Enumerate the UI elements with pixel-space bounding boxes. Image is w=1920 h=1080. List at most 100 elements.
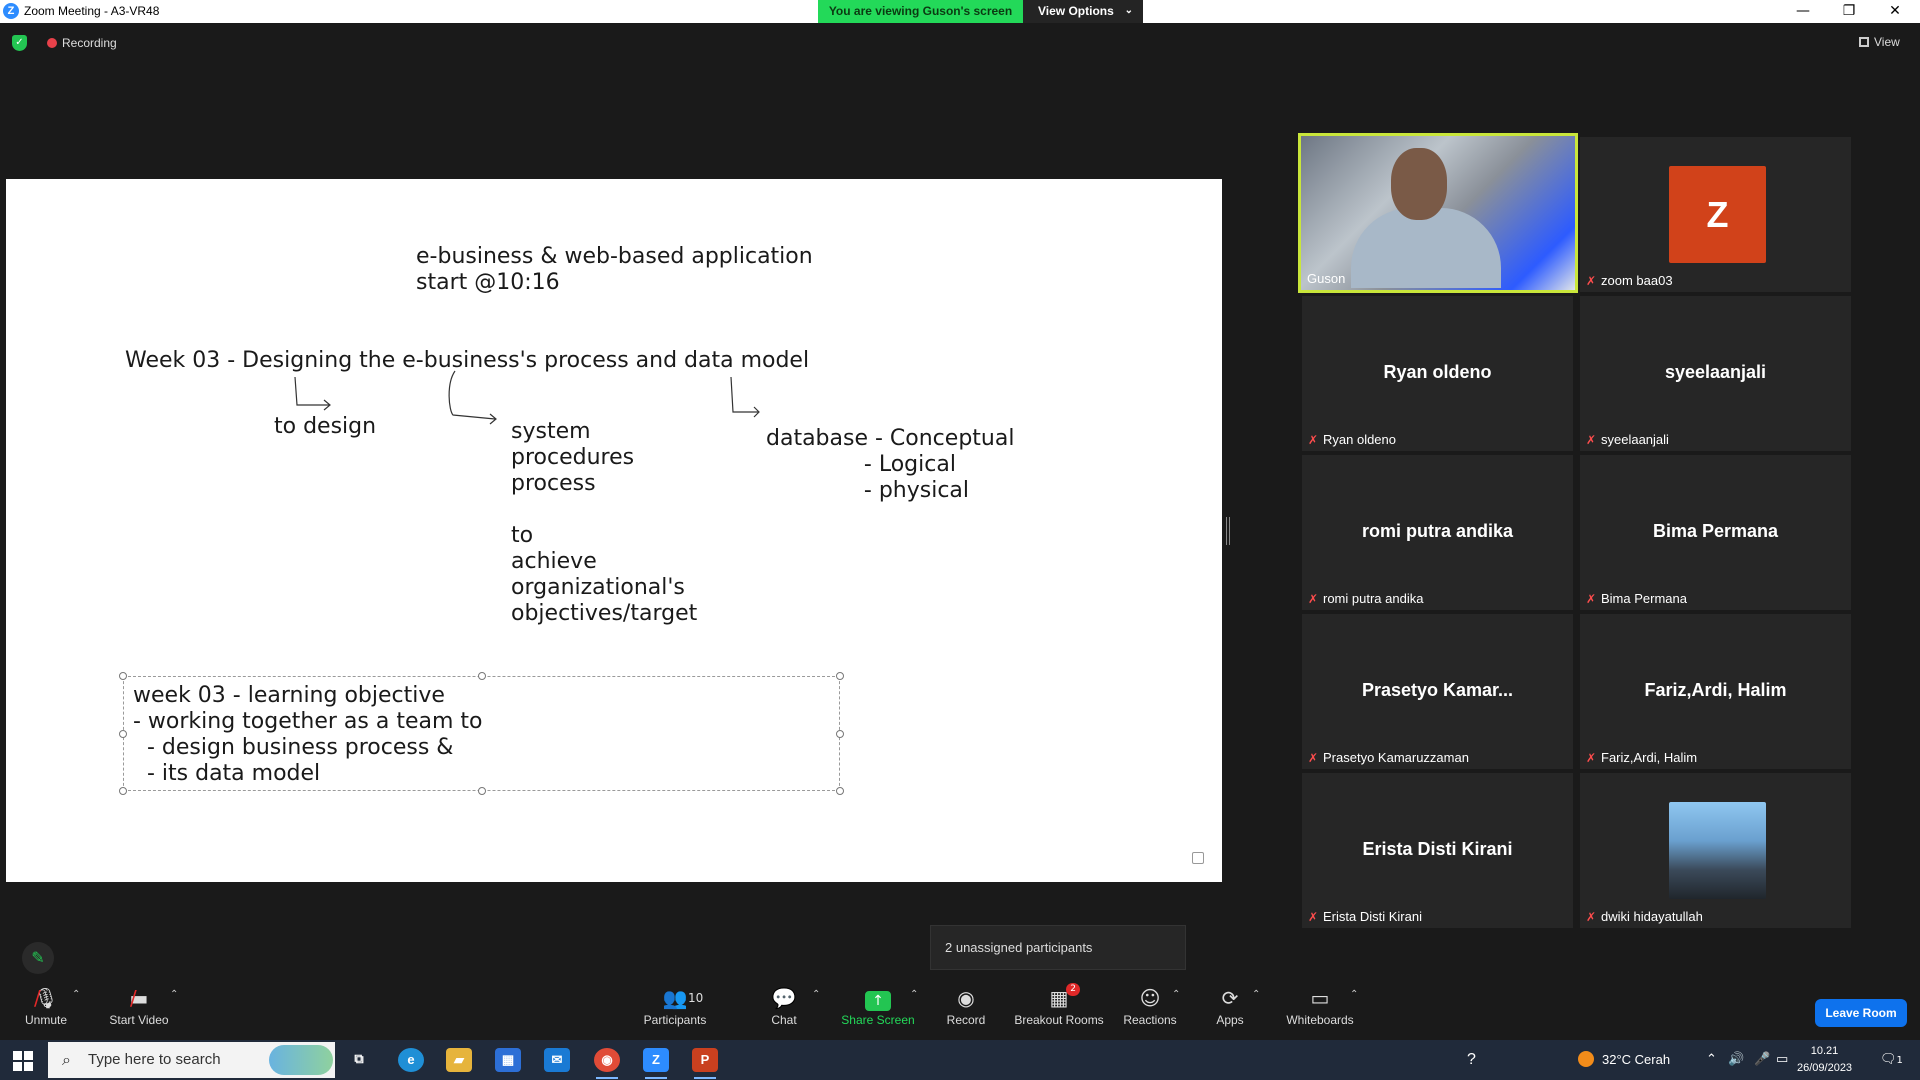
share-screen-label: Share Screen — [841, 1013, 915, 1027]
tray-chevron-up-icon[interactable]: ⌃ — [1706, 1040, 1717, 1080]
weather-widget[interactable]: 32°C Cerah — [1578, 1040, 1670, 1080]
panel-splitter-handle[interactable] — [1226, 517, 1230, 545]
resize-handle[interactable] — [119, 730, 127, 738]
apps-button[interactable]: ⟳ Apps — [1210, 985, 1250, 1027]
resize-handle[interactable] — [478, 787, 486, 795]
view-label: View — [1874, 35, 1900, 49]
close-button[interactable]: ✕ — [1872, 0, 1918, 23]
share-screen-icon: ↑ — [838, 985, 918, 1011]
taskbar-clock[interactable]: 10.21 26/09/2023 — [1797, 1043, 1852, 1077]
resize-handle[interactable] — [836, 672, 844, 680]
view-options-button[interactable]: View Options ⌄ — [1023, 0, 1143, 23]
security-shield-icon[interactable]: ✓ — [12, 35, 27, 51]
participant-tile[interactable]: Fariz,Ardi, Halim ✗ Fariz,Ardi, Halim — [1580, 614, 1851, 769]
participant-tile[interactable]: Prasetyo Kamar... ✗ Prasetyo Kamaruzzaman — [1302, 614, 1573, 769]
mic-muted-icon: ✗ — [1586, 274, 1597, 288]
help-icon[interactable]: ? — [1467, 1040, 1476, 1080]
participant-name: dwiki hidayatullah — [1601, 909, 1703, 924]
participant-tile[interactable]: Erista Disti Kirani ✗ Erista Disti Kirani — [1302, 773, 1573, 928]
recording-label[interactable]: Recording — [62, 36, 117, 50]
participant-tile[interactable]: Ryan oldeno ✗ Ryan oldeno — [1302, 296, 1573, 451]
chat-button[interactable]: 💬 Chat — [762, 985, 806, 1027]
participant-name: romi putra andika — [1323, 591, 1424, 606]
powerpoint-icon[interactable]: P — [692, 1048, 718, 1079]
chat-label: Chat — [771, 1013, 797, 1027]
participants-button[interactable]: 👥 10 Participants — [638, 985, 712, 1027]
leave-room-button[interactable]: Leave Room — [1815, 999, 1907, 1027]
windows-start-icon[interactable] — [13, 1051, 33, 1071]
slide-branch-database-1: database - Conceptual — [766, 426, 1015, 451]
microsoft-store-icon[interactable]: ▦ — [495, 1048, 521, 1072]
apps-icon: ⟳ — [1221, 986, 1239, 1010]
windows-taskbar: ⌕ Type here to search ⧉ e ▰ ▦ ✉ ◉ Z P ? … — [0, 1040, 1920, 1080]
notifications-icon[interactable]: 🗨1 — [1880, 1040, 1903, 1080]
unmute-button[interactable]: 🎙 / Unmute — [16, 985, 76, 1027]
participant-tile[interactable]: Bima Permana ✗ Bima Permana — [1580, 455, 1851, 610]
minimize-button[interactable]: — — [1780, 0, 1826, 23]
restore-button[interactable]: ❐ — [1826, 0, 1872, 23]
resize-handle[interactable] — [119, 787, 127, 795]
video-person-body — [1351, 208, 1501, 288]
participant-name: Prasetyo Kamaruzzaman — [1323, 750, 1469, 765]
shared-screen[interactable]: e-business & web-based application start… — [6, 179, 1222, 882]
participants-icon: 👥 10 — [662, 986, 704, 1010]
resize-handle[interactable] — [478, 672, 486, 680]
taskbar-search-box[interactable]: ⌕ Type here to search — [48, 1042, 335, 1078]
participant-label: ✗ dwiki hidayatullah — [1586, 909, 1703, 924]
slide-branch-design: to design — [274, 414, 377, 439]
mic-muted-icon: ✗ — [1586, 910, 1597, 924]
annotate-pen-icon[interactable]: ✎ — [22, 942, 54, 974]
task-view-icon[interactable]: ⧉ — [346, 1048, 372, 1072]
start-video-button[interactable]: ▬ / Start Video — [104, 985, 174, 1027]
mic-muted-icon: ✗ — [1308, 751, 1319, 765]
viewing-screen-banner: You are viewing Guson's screen — [818, 0, 1023, 23]
mic-muted-icon: ✗ — [1586, 592, 1597, 606]
reactions-button[interactable]: ☺ Reactions — [1122, 985, 1178, 1027]
search-icon: ⌕ — [62, 1050, 71, 1069]
avatar — [1669, 802, 1766, 899]
slide-branch-database-2: - Logical — [766, 452, 956, 477]
weather-sun-icon — [1578, 1051, 1594, 1067]
participant-label: ✗ Erista Disti Kirani — [1308, 909, 1422, 924]
participant-tile[interactable]: romi putra andika ✗ romi putra andika — [1302, 455, 1573, 610]
slide-branch-system-6: achieve — [511, 549, 597, 574]
slide-branch-system-7: organizational's — [511, 575, 685, 600]
file-explorer-icon[interactable]: ▰ — [446, 1048, 472, 1072]
annotate-corner-icon — [1192, 852, 1204, 864]
mic-muted-icon: ✗ — [1586, 433, 1597, 447]
whiteboards-button[interactable]: ▭ Whiteboards — [1282, 985, 1358, 1027]
slide-branch-system-5: to — [511, 523, 534, 548]
participant-tile[interactable]: syeelaanjali ✗ syeelaanjali — [1580, 296, 1851, 451]
chrome-icon[interactable]: ◉ — [594, 1048, 620, 1079]
view-button[interactable]: View — [1859, 35, 1900, 49]
participant-name: Fariz,Ardi, Halim — [1601, 750, 1698, 765]
mic-muted-icon: ✗ — [1586, 751, 1597, 765]
chevron-down-icon: ⌄ — [1124, 5, 1133, 16]
objective-line-4: - its data model — [133, 761, 321, 786]
volume-icon[interactable]: 🔊 — [1728, 1040, 1744, 1080]
resize-handle[interactable] — [836, 787, 844, 795]
mic-muted-icon: ✗ — [1308, 910, 1319, 924]
mail-icon[interactable]: ✉ — [544, 1048, 570, 1072]
resize-handle[interactable] — [119, 672, 127, 680]
zoom-logo-icon: Z — [3, 3, 19, 19]
participant-tile[interactable]: ✗ dwiki hidayatullah — [1580, 773, 1851, 928]
grid-view-icon — [1859, 37, 1869, 47]
weather-text: 32°C Cerah — [1602, 1052, 1671, 1067]
edge-browser-icon[interactable]: e — [398, 1048, 424, 1072]
network-icon[interactable]: ▭ — [1776, 1040, 1788, 1080]
breakout-rooms-button[interactable]: ▦ 2 Breakout Rooms — [1012, 983, 1106, 1027]
share-screen-button[interactable]: ↑ Share Screen — [838, 985, 918, 1027]
selected-textbox[interactable]: week 03 - learning objective - working t… — [123, 676, 840, 791]
record-button[interactable]: ◉ Record — [940, 985, 992, 1027]
participant-tile[interactable]: Z ✗ zoom baa03 — [1580, 137, 1851, 292]
view-options-label: View Options — [1038, 4, 1114, 18]
participant-video — [1301, 136, 1575, 290]
resize-handle[interactable] — [836, 730, 844, 738]
notification-count: 1 — [1896, 1055, 1903, 1066]
zoom-app-icon[interactable]: Z — [643, 1048, 669, 1079]
clock-date: 26/09/2023 — [1797, 1062, 1853, 1074]
microphone-icon[interactable]: 🎤 — [1754, 1040, 1770, 1080]
participant-label: ✗ Ryan oldeno — [1308, 432, 1396, 447]
participant-tile-guson[interactable]: Guson — [1298, 133, 1578, 293]
